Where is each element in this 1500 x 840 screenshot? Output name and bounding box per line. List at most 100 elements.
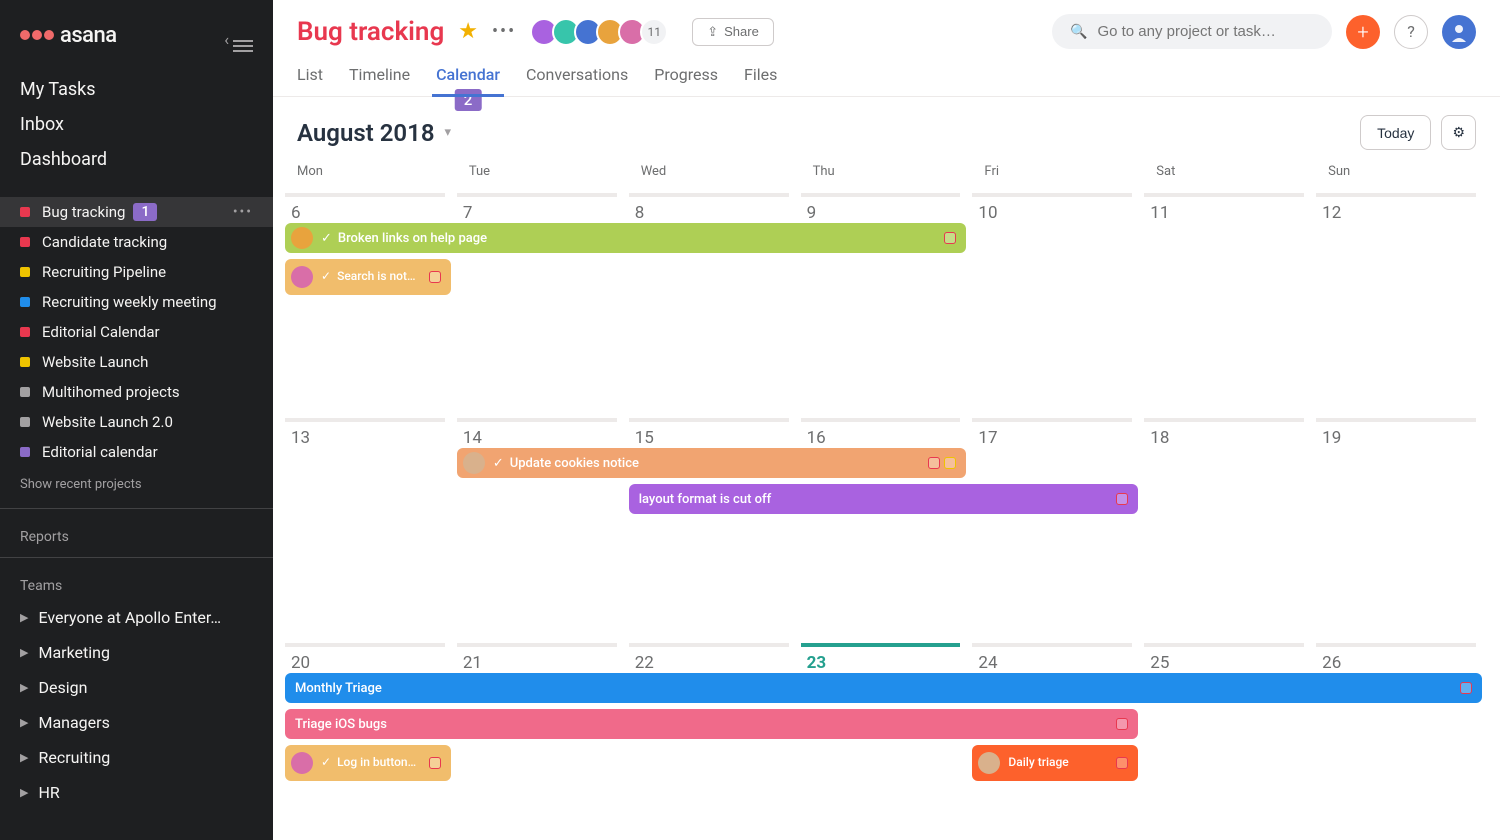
calendar-day[interactable]: 14 bbox=[457, 412, 629, 637]
logo-text: asana bbox=[60, 23, 117, 48]
calendar-event[interactable]: Monthly Triage bbox=[285, 673, 1482, 703]
tab-files[interactable]: Files bbox=[744, 65, 777, 96]
calendar-event[interactable]: Triage iOS bugs bbox=[285, 709, 1138, 739]
sidebar-project-item[interactable]: Editorial calendar bbox=[0, 437, 273, 467]
user-icon bbox=[1449, 22, 1469, 42]
calendar-event[interactable]: ✓Log in button… bbox=[285, 745, 451, 781]
sidebar-project-item[interactable]: Editorial Calendar bbox=[0, 317, 273, 347]
weekday-label: Mon bbox=[285, 160, 457, 187]
project-label: Candidate tracking bbox=[42, 233, 167, 251]
share-icon: ⇪ bbox=[707, 24, 718, 40]
team-item[interactable]: ▶Everyone at Apollo Enter… bbox=[0, 600, 273, 635]
team-label: Design bbox=[38, 678, 87, 697]
event-title: Monthly Triage bbox=[295, 681, 382, 696]
event-tag-dot bbox=[1116, 493, 1128, 505]
project-color-icon bbox=[20, 327, 30, 337]
day-number: 25 bbox=[1144, 653, 1310, 673]
sidebar-nav-inbox[interactable]: Inbox bbox=[0, 107, 273, 142]
collapse-sidebar-icon[interactable] bbox=[233, 18, 253, 52]
team-label: HR bbox=[38, 783, 59, 802]
tab-list[interactable]: List bbox=[297, 65, 323, 96]
sidebar-project-item[interactable]: Website Launch 2.0 bbox=[0, 407, 273, 437]
project-color-icon bbox=[20, 267, 30, 277]
calendar-event[interactable]: Daily triage bbox=[972, 745, 1138, 781]
share-button[interactable]: ⇪ Share bbox=[692, 18, 774, 46]
reports-heading[interactable]: Reports bbox=[0, 515, 273, 551]
event-avatar bbox=[978, 752, 1000, 774]
search-box[interactable]: 🔍 bbox=[1052, 14, 1332, 49]
search-input[interactable] bbox=[1097, 23, 1314, 40]
logo[interactable]: asana bbox=[20, 23, 117, 48]
team-item[interactable]: ▶Managers bbox=[0, 705, 273, 740]
sidebar-project-item[interactable]: Multihomed projects bbox=[0, 377, 273, 407]
filter-button[interactable]: ⚙ bbox=[1441, 115, 1476, 150]
day-number: 13 bbox=[285, 428, 451, 448]
team-item[interactable]: ▶Recruiting bbox=[0, 740, 273, 775]
help-button[interactable]: ? bbox=[1394, 15, 1428, 49]
user-avatar[interactable] bbox=[1442, 15, 1476, 49]
day-number: 7 bbox=[457, 203, 623, 223]
calendar-day[interactable]: 15 bbox=[629, 412, 801, 637]
sidebar-nav-my-tasks[interactable]: My Tasks bbox=[0, 72, 273, 107]
project-color-icon bbox=[20, 207, 30, 217]
today-button[interactable]: Today bbox=[1360, 115, 1431, 150]
day-number: 9 bbox=[801, 203, 967, 223]
calendar-day[interactable]: 19 bbox=[1316, 412, 1488, 637]
tab-progress[interactable]: Progress bbox=[654, 65, 718, 96]
weekday-label: Tue bbox=[457, 160, 629, 187]
member-avatars[interactable]: 11 bbox=[536, 18, 668, 46]
sidebar-project-item[interactable]: Bug tracking 1 ••• bbox=[0, 197, 273, 227]
project-more-icon[interactable]: ••• bbox=[492, 21, 516, 42]
check-icon: ✓ bbox=[321, 756, 331, 769]
sidebar-nav-dashboard[interactable]: Dashboard bbox=[0, 142, 273, 177]
calendar-event[interactable]: ✓Update cookies notice bbox=[457, 448, 967, 478]
month-title[interactable]: August 2018 bbox=[297, 119, 435, 147]
project-label: Recruiting weekly meeting bbox=[42, 293, 217, 311]
event-tag-dot bbox=[1460, 682, 1472, 694]
project-label: Recruiting Pipeline bbox=[42, 263, 166, 281]
member-count[interactable]: 11 bbox=[640, 18, 668, 46]
show-recent-projects[interactable]: Show recent projects bbox=[0, 467, 273, 502]
project-label: Bug tracking bbox=[42, 203, 125, 221]
calendar-day[interactable]: 16 bbox=[801, 412, 973, 637]
weekday-label: Wed bbox=[629, 160, 801, 187]
calendar-event[interactable]: ✓Broken links on help page bbox=[285, 223, 966, 253]
add-button[interactable]: + bbox=[1346, 15, 1380, 49]
team-item[interactable]: ▶ Design bbox=[0, 670, 273, 705]
calendar-day[interactable]: 17 bbox=[972, 412, 1144, 637]
tab-conversations[interactable]: Conversations bbox=[526, 65, 628, 96]
sidebar-project-item[interactable]: Recruiting weekly meeting bbox=[0, 287, 273, 317]
project-label: Website Launch 2.0 bbox=[42, 413, 173, 431]
month-dropdown-icon[interactable]: ▾ bbox=[445, 125, 452, 140]
sidebar-project-item[interactable]: Recruiting Pipeline bbox=[0, 257, 273, 287]
project-color-icon bbox=[20, 417, 30, 427]
day-number: 11 bbox=[1144, 203, 1310, 223]
caret-icon: ▶ bbox=[20, 611, 28, 624]
event-tag-dot bbox=[1116, 757, 1128, 769]
sidebar-project-item[interactable]: Website Launch bbox=[0, 347, 273, 377]
project-more-icon[interactable]: ••• bbox=[233, 204, 253, 220]
event-title: layout format is cut off bbox=[639, 492, 771, 507]
star-icon[interactable]: ★ bbox=[458, 19, 478, 44]
event-title: Daily triage bbox=[1008, 756, 1068, 769]
project-color-icon bbox=[20, 237, 30, 247]
event-tag-dot bbox=[429, 271, 441, 283]
event-title: Broken links on help page bbox=[338, 231, 487, 246]
calendar-event[interactable]: layout format is cut off bbox=[629, 484, 1139, 514]
calendar-event[interactable]: ✓Search is not… bbox=[285, 259, 451, 295]
calendar-day[interactable]: 13 bbox=[285, 412, 457, 637]
team-label: Managers bbox=[38, 713, 109, 732]
project-color-icon bbox=[20, 447, 30, 457]
annotation-badge: 1 bbox=[133, 203, 157, 221]
event-title: Triage iOS bugs bbox=[295, 717, 387, 732]
project-title[interactable]: Bug tracking bbox=[297, 17, 444, 47]
team-item[interactable]: ▶HR bbox=[0, 775, 273, 810]
team-item[interactable]: ▶Marketing bbox=[0, 635, 273, 670]
day-number: 21 bbox=[457, 653, 623, 673]
tab-calendar[interactable]: Calendar2 bbox=[436, 65, 500, 96]
caret-icon: ▶ bbox=[20, 681, 28, 694]
event-title: Update cookies notice bbox=[510, 456, 639, 471]
sidebar-project-item[interactable]: Candidate tracking bbox=[0, 227, 273, 257]
tab-timeline[interactable]: Timeline bbox=[349, 65, 410, 96]
calendar-day[interactable]: 18 bbox=[1144, 412, 1316, 637]
